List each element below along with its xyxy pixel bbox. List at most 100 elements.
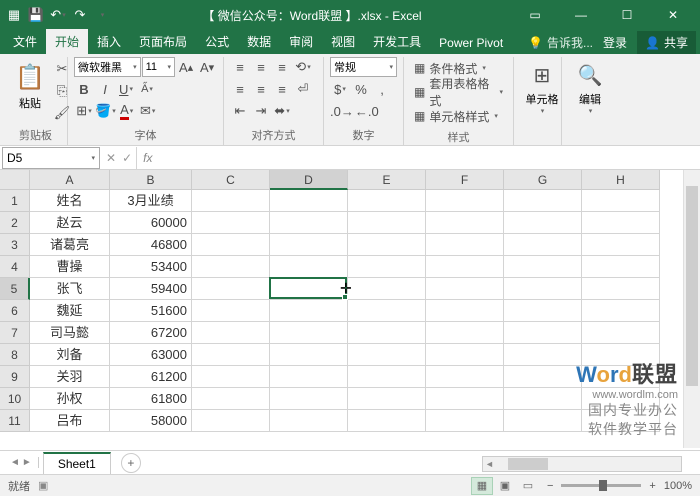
cancel-fx-icon[interactable]: ✕ [106, 151, 116, 165]
cell[interactable] [192, 410, 270, 432]
cell-style-button[interactable]: ▦单元格样式▾ [410, 105, 507, 127]
cell[interactable] [582, 410, 660, 432]
sheet-tab[interactable]: Sheet1 [43, 452, 111, 474]
percent-icon[interactable]: % [351, 79, 371, 99]
font-size-select[interactable]: 11▾ [142, 57, 175, 77]
macro-icon[interactable]: ▣ [38, 479, 48, 492]
copy-icon[interactable]: ⎘ [52, 81, 72, 101]
table-format-button[interactable]: ▦套用表格格式▾ [410, 81, 507, 103]
cell[interactable] [426, 234, 504, 256]
cell[interactable] [270, 366, 348, 388]
cut-icon[interactable]: ✂ [52, 59, 72, 79]
view-break-icon[interactable]: ▭ [517, 477, 539, 495]
font-color-icon[interactable]: A▾ [117, 101, 137, 121]
wen-icon[interactable]: ✉▾ [138, 101, 158, 121]
cell[interactable] [348, 366, 426, 388]
horizontal-scrollbar[interactable]: ◄ [482, 456, 682, 472]
fill-color-icon[interactable]: 🪣▾ [95, 101, 116, 121]
row-header[interactable]: 1 [0, 190, 30, 212]
login-link[interactable]: 登录 [597, 34, 633, 51]
col-header[interactable]: A [30, 170, 110, 190]
cell[interactable] [270, 388, 348, 410]
row-header[interactable]: 5 [0, 278, 30, 300]
row-header[interactable]: 7 [0, 322, 30, 344]
cell[interactable] [348, 278, 426, 300]
cells-button[interactable]: ⊞ 单元格 ▾ [520, 57, 564, 117]
dec-decimal-icon[interactable]: ←.0 [355, 101, 379, 121]
cell[interactable]: 诸葛亮 [30, 234, 110, 256]
tab-layout[interactable]: 页面布局 [130, 29, 196, 54]
cell[interactable] [504, 190, 582, 212]
ribbon-opts-icon[interactable]: ▭ [512, 0, 558, 30]
cell[interactable] [426, 366, 504, 388]
cell[interactable] [348, 234, 426, 256]
view-normal-icon[interactable]: ▦ [471, 477, 493, 495]
zoom-level[interactable]: 100% [664, 480, 692, 492]
grow-font-icon[interactable]: A▴ [176, 57, 196, 77]
align-left-icon[interactable]: ≡ [230, 79, 250, 99]
cell[interactable]: 61200 [110, 366, 192, 388]
tab-formulas[interactable]: 公式 [196, 29, 238, 54]
tell-me[interactable]: 告诉我... [547, 34, 593, 51]
shrink-font-icon[interactable]: A▾ [197, 57, 217, 77]
dec-indent-icon[interactable]: ⇤ [230, 101, 250, 121]
cell[interactable] [192, 322, 270, 344]
wrap-icon[interactable]: ⏎ [293, 79, 313, 99]
zoom-out-icon[interactable]: − [547, 480, 553, 492]
bold-icon[interactable]: B [74, 79, 94, 99]
cell[interactable] [426, 344, 504, 366]
tab-review[interactable]: 审阅 [280, 29, 322, 54]
cell[interactable] [582, 344, 660, 366]
save-icon[interactable]: 💾 [26, 5, 46, 25]
align-center-icon[interactable]: ≡ [251, 79, 271, 99]
undo-icon[interactable]: ↶▾ [48, 5, 68, 25]
cell[interactable] [582, 322, 660, 344]
minimize-button[interactable]: — [558, 0, 604, 30]
cell[interactable]: 刘备 [30, 344, 110, 366]
cell[interactable] [426, 256, 504, 278]
cell[interactable] [270, 322, 348, 344]
name-box[interactable]: D5▾ [2, 147, 100, 169]
tab-home[interactable]: 开始 [46, 29, 88, 54]
cell[interactable]: 姓名 [30, 190, 110, 212]
cell[interactable] [504, 300, 582, 322]
row-header[interactable]: 2 [0, 212, 30, 234]
add-sheet-button[interactable]: + [121, 453, 141, 473]
cell[interactable] [192, 388, 270, 410]
cell[interactable] [582, 190, 660, 212]
phonetic-icon[interactable]: A̋▾ [137, 79, 157, 99]
row-header[interactable]: 10 [0, 388, 30, 410]
enter-fx-icon[interactable]: ✓ [122, 151, 132, 165]
cell[interactable]: 司马懿 [30, 322, 110, 344]
currency-icon[interactable]: $▾ [330, 79, 350, 99]
cell[interactable] [504, 212, 582, 234]
cell[interactable] [582, 278, 660, 300]
vertical-scrollbar[interactable] [683, 170, 700, 448]
align-right-icon[interactable]: ≡ [272, 79, 292, 99]
cell[interactable] [270, 190, 348, 212]
row-header[interactable]: 11 [0, 410, 30, 432]
maximize-button[interactable]: ☐ [604, 0, 650, 30]
font-name-select[interactable]: 微软雅黑▾ [74, 57, 141, 77]
col-header[interactable]: D [270, 170, 348, 190]
cell[interactable] [504, 234, 582, 256]
row-header[interactable]: 9 [0, 366, 30, 388]
cell[interactable]: 魏延 [30, 300, 110, 322]
col-header[interactable]: C [192, 170, 270, 190]
cell[interactable]: 59400 [110, 278, 192, 300]
cell[interactable] [582, 388, 660, 410]
cell[interactable] [192, 300, 270, 322]
cell[interactable] [426, 278, 504, 300]
cell[interactable] [426, 300, 504, 322]
cell[interactable] [582, 256, 660, 278]
cell[interactable] [504, 344, 582, 366]
select-all-corner[interactable] [0, 170, 30, 190]
tab-file[interactable]: 文件 [4, 29, 46, 54]
cell[interactable] [192, 212, 270, 234]
cell[interactable] [426, 190, 504, 212]
paste-button[interactable]: 📋 粘贴 [10, 57, 50, 125]
orientation-icon[interactable]: ⟲▾ [293, 57, 313, 77]
cell[interactable]: 46800 [110, 234, 192, 256]
cell[interactable] [348, 212, 426, 234]
cell[interactable] [348, 322, 426, 344]
